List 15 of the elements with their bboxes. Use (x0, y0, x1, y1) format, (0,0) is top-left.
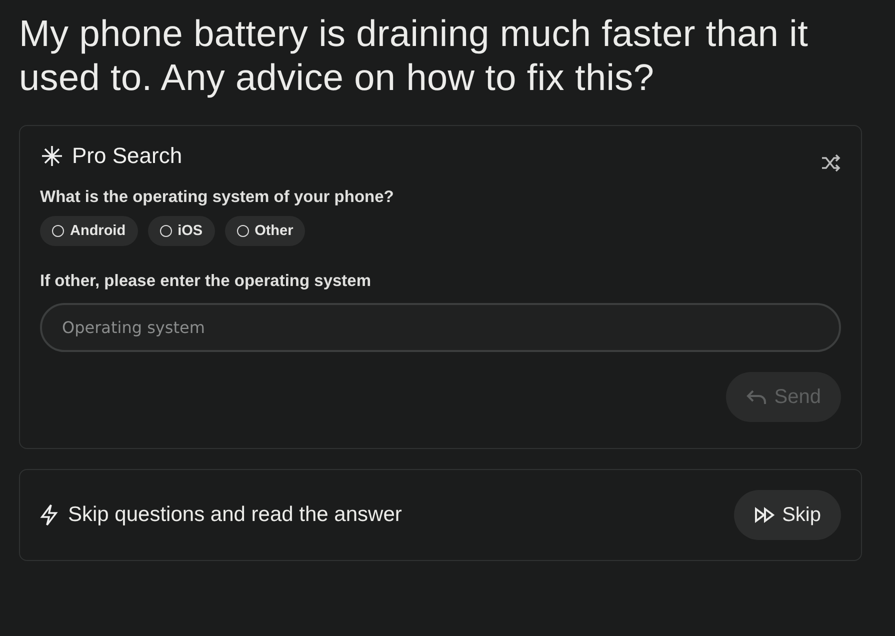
question-heading: My phone battery is draining much faster than it used to. Any advice on how to fix this? (19, 12, 810, 100)
sparkle-icon (40, 144, 64, 168)
reply-icon (746, 388, 768, 406)
fast-forward-icon (754, 506, 776, 524)
lightning-icon (38, 503, 60, 527)
field-label: If other, please enter the operating system (40, 272, 372, 291)
card-title: Pro Search (72, 143, 182, 169)
question-label: What is the operating system of your phone? (40, 188, 395, 207)
option-chip[interactable]: Other (224, 216, 306, 246)
operating-system-field[interactable]: Operating system (40, 303, 841, 352)
skip-prompt: Skip questions and read the answer (68, 503, 402, 527)
shuffle-icon[interactable] (821, 154, 841, 172)
option-chip[interactable]: Android (40, 216, 138, 246)
skip-button[interactable]: Skip (734, 490, 841, 540)
option-chip[interactable]: iOS (148, 216, 215, 246)
